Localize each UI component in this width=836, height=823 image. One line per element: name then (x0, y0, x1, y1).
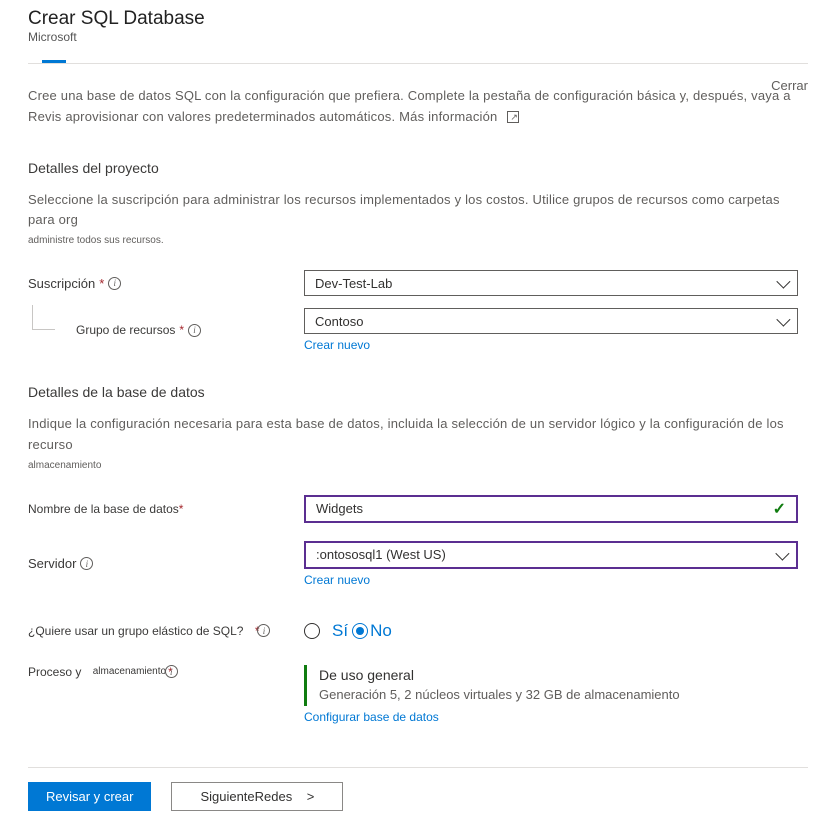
info-icon[interactable]: i (165, 665, 178, 678)
tab-active-indicator (42, 60, 66, 63)
info-icon[interactable]: i (257, 624, 270, 637)
server-select[interactable]: :ontososql1 (West US) (304, 541, 798, 569)
footer-actions: Revisar y crear SiguienteRedes > (28, 767, 808, 811)
next-button[interactable]: SiguienteRedes > (171, 782, 343, 811)
server-value: :ontososql1 (West US) (316, 547, 446, 562)
resource-group-label: Grupo de recursos* i (28, 323, 304, 337)
database-details-desc: Indique la configuración necesaria para … (28, 414, 808, 456)
server-label: Servidor i (28, 556, 304, 571)
close-link[interactable]: Cerrar (771, 78, 808, 93)
configure-database-link[interactable]: Configurar base de datos (304, 710, 439, 724)
external-link-icon[interactable] (507, 111, 519, 123)
page-title: Crear SQL Database (28, 8, 808, 30)
compute-detail: Generación 5, 2 núcleos virtuales y 32 G… (319, 687, 798, 702)
database-details-note: almacenamiento (28, 460, 808, 471)
database-name-input[interactable]: Widgets ✓ (304, 495, 798, 523)
radio-yes[interactable] (304, 623, 320, 639)
resource-group-value: Contoso (315, 314, 363, 329)
compute-summary: De uso general Generación 5, 2 núcleos v… (304, 665, 798, 706)
project-details-note: administre todos sus recursos. (28, 235, 808, 246)
project-details-desc: Seleccione la suscripción para administr… (28, 190, 808, 232)
database-name-value: Widgets (316, 501, 363, 516)
radio-no-label: No (370, 621, 392, 641)
radio-yes-label: Sí (332, 621, 348, 641)
subscription-label: Suscripción* i (28, 276, 304, 291)
info-icon[interactable]: i (80, 557, 93, 570)
chevron-down-icon (776, 275, 790, 289)
project-details-heading: Detalles del proyecto (28, 160, 808, 176)
resource-group-select[interactable]: Contoso (304, 308, 798, 334)
subscription-value: Dev-Test-Lab (315, 276, 392, 291)
chevron-down-icon (776, 313, 790, 327)
compute-storage-label: Proceso y almacenamiento * i (28, 665, 304, 679)
chevron-down-icon (775, 546, 789, 560)
more-info-link[interactable]: Más información (399, 109, 497, 124)
create-new-rg-link[interactable]: Crear nuevo (304, 338, 370, 352)
create-new-server-link[interactable]: Crear nuevo (304, 573, 370, 587)
intro-description: Cree una base de datos SQL con la config… (28, 86, 808, 128)
compute-tier: De uso general (319, 667, 798, 683)
radio-no[interactable] (352, 623, 368, 639)
subscription-select[interactable]: Dev-Test-Lab (304, 270, 798, 296)
page-subtitle: Microsoft (28, 30, 808, 44)
checkmark-icon: ✓ (773, 499, 786, 519)
review-create-button[interactable]: Revisar y crear (28, 782, 151, 811)
database-details-heading: Detalles de la base de datos (28, 384, 808, 400)
elastic-pool-label: ¿Quiere usar un grupo elástico de SQL? *… (28, 624, 304, 638)
info-icon[interactable]: i (108, 277, 121, 290)
tabs-container (28, 50, 808, 64)
database-name-label: Nombre de la base de datos* (28, 502, 304, 516)
info-icon[interactable]: i (188, 324, 201, 337)
